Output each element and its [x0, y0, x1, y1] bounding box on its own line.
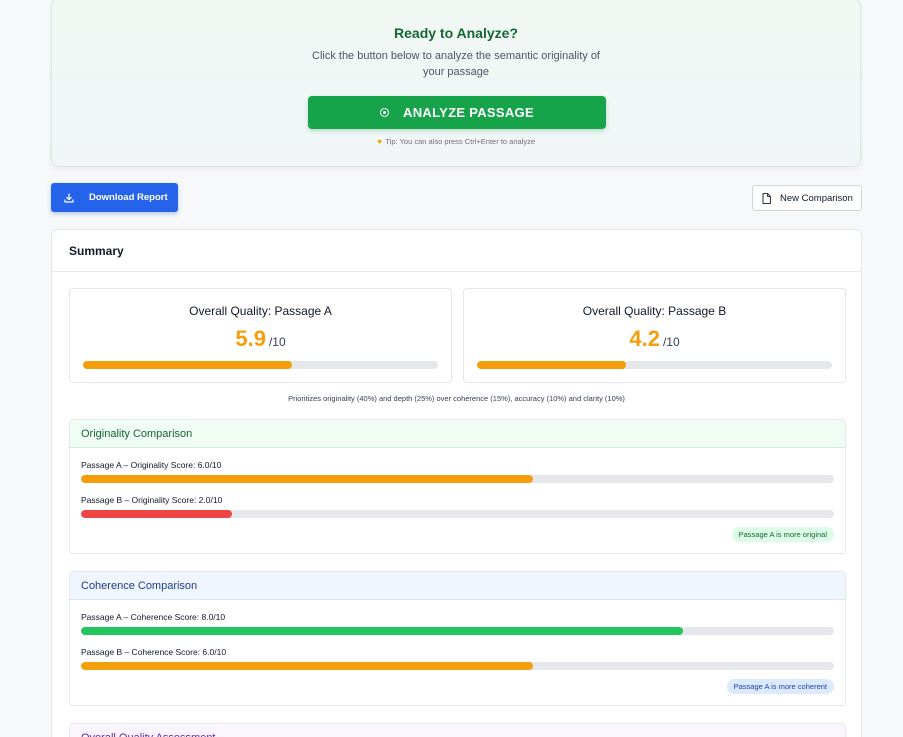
coherence-row-b-bar: [81, 662, 834, 670]
originality-row-a-fill: [81, 475, 533, 483]
coherence-row-a-bar: [81, 627, 834, 635]
download-report-label: Download Report: [89, 192, 168, 203]
passage-b-score: 4.2 /10: [464, 326, 845, 352]
passage-a-score: 5.9 /10: [70, 326, 451, 352]
analyze-subtitle-line-1: Click the button below to analyze the se…: [312, 50, 600, 62]
download-report-button[interactable]: Download Report: [51, 183, 178, 212]
coherence-row-b-fill: [81, 662, 533, 670]
summary-title: Summary: [52, 230, 861, 272]
analyze-title: Ready to Analyze?: [394, 25, 518, 41]
passage-b-quality-fill: [477, 361, 627, 369]
originality-row-b-label: Passage B – Originality Score: 2.0/10: [81, 495, 223, 505]
passage-a-quality-title: Overall Quality: Passage A: [189, 304, 332, 318]
download-icon: [64, 192, 74, 203]
new-comparison-label: New Comparison: [780, 192, 853, 204]
coherence-row-a-label: Passage A – Coherence Score: 8.0/10: [81, 612, 226, 622]
summary-panel: Summary Overall Quality: Passage A 5.9 /…: [51, 229, 862, 737]
passage-b-score-value: 4.2: [629, 326, 660, 351]
originality-row-b-fill: [81, 510, 232, 518]
lightbulb-icon: ●: [376, 136, 383, 146]
analyze-subtitle-line-2: your passage: [422, 66, 490, 78]
passage-a-score-denominator: /10: [268, 335, 286, 349]
coherence-verdict-badge: Passage A is more coherent: [726, 679, 834, 694]
originality-comparison-card: Originality Comparison Passage A – Origi…: [69, 419, 846, 554]
passage-a-quality-bar: [83, 361, 438, 369]
overall-quality-assessment-title: Overall Quality Assessment: [70, 724, 845, 737]
originality-row-a-label: Passage A – Originality Score: 6.0/10: [81, 460, 222, 470]
passage-b-quality-bar: [477, 361, 832, 369]
passage-b-score-denominator: /10: [662, 335, 680, 349]
coherence-comparison-card: Coherence Comparison Passage A – Coheren…: [69, 571, 846, 706]
originality-row-b-bar: [81, 510, 834, 518]
originality-row-a-bar: [81, 475, 834, 483]
overall-quality-assessment-card: Overall Quality Assessment: [69, 723, 846, 737]
coherence-row-a-fill: [81, 627, 684, 635]
originality-comparison-title: Originality Comparison: [70, 420, 845, 448]
document-icon: [762, 192, 771, 204]
analyze-subtitle: Click the button below to analyze the se…: [52, 48, 860, 80]
new-comparison-button[interactable]: New Comparison: [752, 185, 862, 211]
target-icon: [380, 108, 390, 117]
weights-note: Prioritizes originality (40%) and depth …: [288, 394, 625, 403]
analyze-passage-label: ANALYZE PASSAGE: [403, 105, 534, 120]
analyze-card: Ready to Analyze? Click the button below…: [51, 0, 861, 167]
analyze-passage-button[interactable]: ANALYZE PASSAGE: [308, 96, 606, 129]
passage-b-quality-card: Overall Quality: Passage B 4.2 /10: [463, 288, 846, 383]
coherence-row-b-label: Passage B – Coherence Score: 6.0/10: [81, 647, 227, 657]
passage-a-score-value: 5.9: [235, 326, 266, 351]
coherence-comparison-title: Coherence Comparison: [70, 572, 845, 600]
tip-text: Tip: You can also press Ctrl+Enter to an…: [385, 136, 536, 146]
passage-a-quality-card: Overall Quality: Passage A 5.9 /10: [69, 288, 452, 383]
originality-verdict-badge: Passage A is more original: [731, 527, 834, 542]
keyboard-tip: ● Tip: You can also press Ctrl+Enter to …: [52, 136, 860, 146]
passage-b-quality-title: Overall Quality: Passage B: [582, 304, 727, 318]
passage-a-quality-fill: [83, 361, 293, 369]
